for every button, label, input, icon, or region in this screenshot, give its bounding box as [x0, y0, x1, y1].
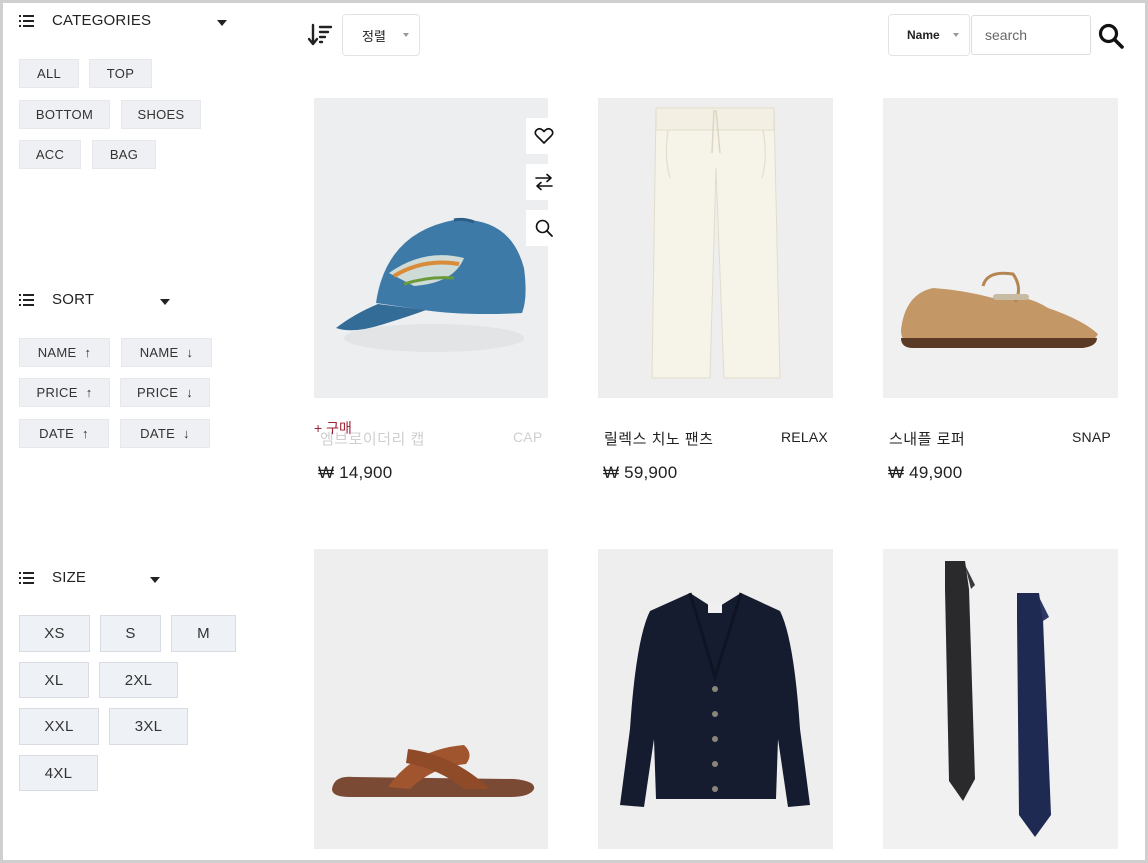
sort-label: NAME: [37, 345, 77, 360]
category-acc[interactable]: ACC: [19, 140, 81, 169]
category-shoes[interactable]: SHOES: [121, 100, 201, 129]
quick-view-button[interactable]: [526, 210, 562, 246]
search-field-value: Name: [907, 28, 940, 42]
product-image[interactable]: [883, 98, 1118, 398]
sort-title: SORT: [52, 291, 95, 308]
arrow-down-icon: ↓: [186, 385, 194, 400]
size-header[interactable]: SIZE: [19, 569, 86, 586]
sort-label: DATE: [140, 426, 176, 441]
arrow-down-icon: ↓: [186, 345, 194, 360]
size-m[interactable]: M: [171, 615, 236, 652]
product-price: ₩ 59,900: [603, 463, 678, 482]
caret-down-icon[interactable]: [160, 299, 170, 305]
sort-date-desc[interactable]: DATE ↓: [120, 419, 210, 448]
product-tag: CAP: [513, 429, 543, 445]
list-icon: [19, 14, 34, 27]
sort-price-asc[interactable]: PRICE ↑: [19, 378, 110, 407]
ties-image: [945, 561, 1051, 837]
chevron-down-icon: [953, 33, 959, 37]
arrow-down-icon: ↓: [183, 426, 190, 441]
size-4xl[interactable]: 4XL: [19, 755, 98, 791]
size-2xl[interactable]: 2XL: [99, 662, 178, 698]
cardigan-image: [620, 592, 810, 807]
sort-select-value: 정렬: [362, 28, 386, 44]
product-tag: RELAX: [781, 429, 828, 445]
size-3xl[interactable]: 3XL: [109, 708, 188, 745]
product-price: ₩ 49,900: [888, 463, 963, 482]
size-title: SIZE: [52, 569, 87, 586]
category-bottom[interactable]: BOTTOM: [19, 100, 110, 129]
list-icon: [19, 293, 34, 306]
compare-button[interactable]: [526, 164, 562, 200]
sort-select[interactable]: 정렬: [342, 14, 420, 56]
product-price: ₩ 14,900: [318, 463, 393, 482]
sort-name-desc[interactable]: NAME ↓: [121, 338, 212, 367]
sort-descending-icon[interactable]: [307, 22, 333, 48]
heart-icon: [534, 127, 554, 144]
search-icon[interactable]: [1097, 22, 1125, 50]
caret-down-icon[interactable]: [217, 20, 227, 26]
pants-image: [651, 107, 781, 379]
sort-label: DATE: [39, 426, 75, 441]
sort-name-asc[interactable]: NAME ↑: [19, 338, 110, 367]
category-bag[interactable]: BAG: [92, 140, 156, 169]
arrow-up-icon: ↑: [82, 426, 89, 441]
chevron-down-icon: [403, 33, 409, 37]
product-image[interactable]: [314, 549, 548, 849]
categories-header[interactable]: CATEGORIES: [19, 12, 151, 29]
loafer-image: [901, 271, 1098, 348]
sort-label: NAME: [139, 345, 179, 360]
search-input[interactable]: [971, 15, 1091, 55]
product-name[interactable]: 스내플 로퍼: [889, 428, 965, 449]
product-image[interactable]: [314, 98, 548, 398]
size-xl[interactable]: XL: [19, 662, 89, 698]
buy-link[interactable]: + 구매: [314, 418, 352, 438]
sandal-image: [332, 745, 535, 797]
category-all[interactable]: ALL: [19, 59, 79, 88]
product-image[interactable]: [598, 549, 833, 849]
sort-label: PRICE: [136, 385, 179, 400]
size-s[interactable]: S: [100, 615, 161, 652]
caret-down-icon[interactable]: [150, 577, 160, 583]
product-image[interactable]: [598, 98, 833, 398]
list-icon: [19, 571, 34, 584]
categories-title: CATEGORIES: [52, 12, 152, 29]
sort-date-asc[interactable]: DATE ↑: [19, 419, 109, 448]
size-xs[interactable]: XS: [19, 615, 90, 652]
sort-price-desc[interactable]: PRICE ↓: [120, 378, 210, 407]
sort-label: PRICE: [36, 385, 78, 400]
cap-image: [336, 217, 526, 352]
swap-arrows-icon: [535, 173, 553, 191]
size-xxl[interactable]: XXL: [19, 708, 99, 745]
product-tag: SNAP: [1072, 429, 1111, 445]
arrow-up-icon: ↑: [84, 345, 92, 360]
arrow-up-icon: ↑: [85, 385, 93, 400]
category-top[interactable]: TOP: [89, 59, 152, 88]
product-name[interactable]: 릴렉스 치노 팬츠: [604, 428, 713, 449]
zoom-icon: [535, 219, 553, 237]
search-field-select[interactable]: Name: [888, 14, 970, 56]
product-image[interactable]: [883, 549, 1118, 849]
sort-header[interactable]: SORT: [19, 291, 94, 308]
wishlist-button[interactable]: [526, 118, 562, 154]
